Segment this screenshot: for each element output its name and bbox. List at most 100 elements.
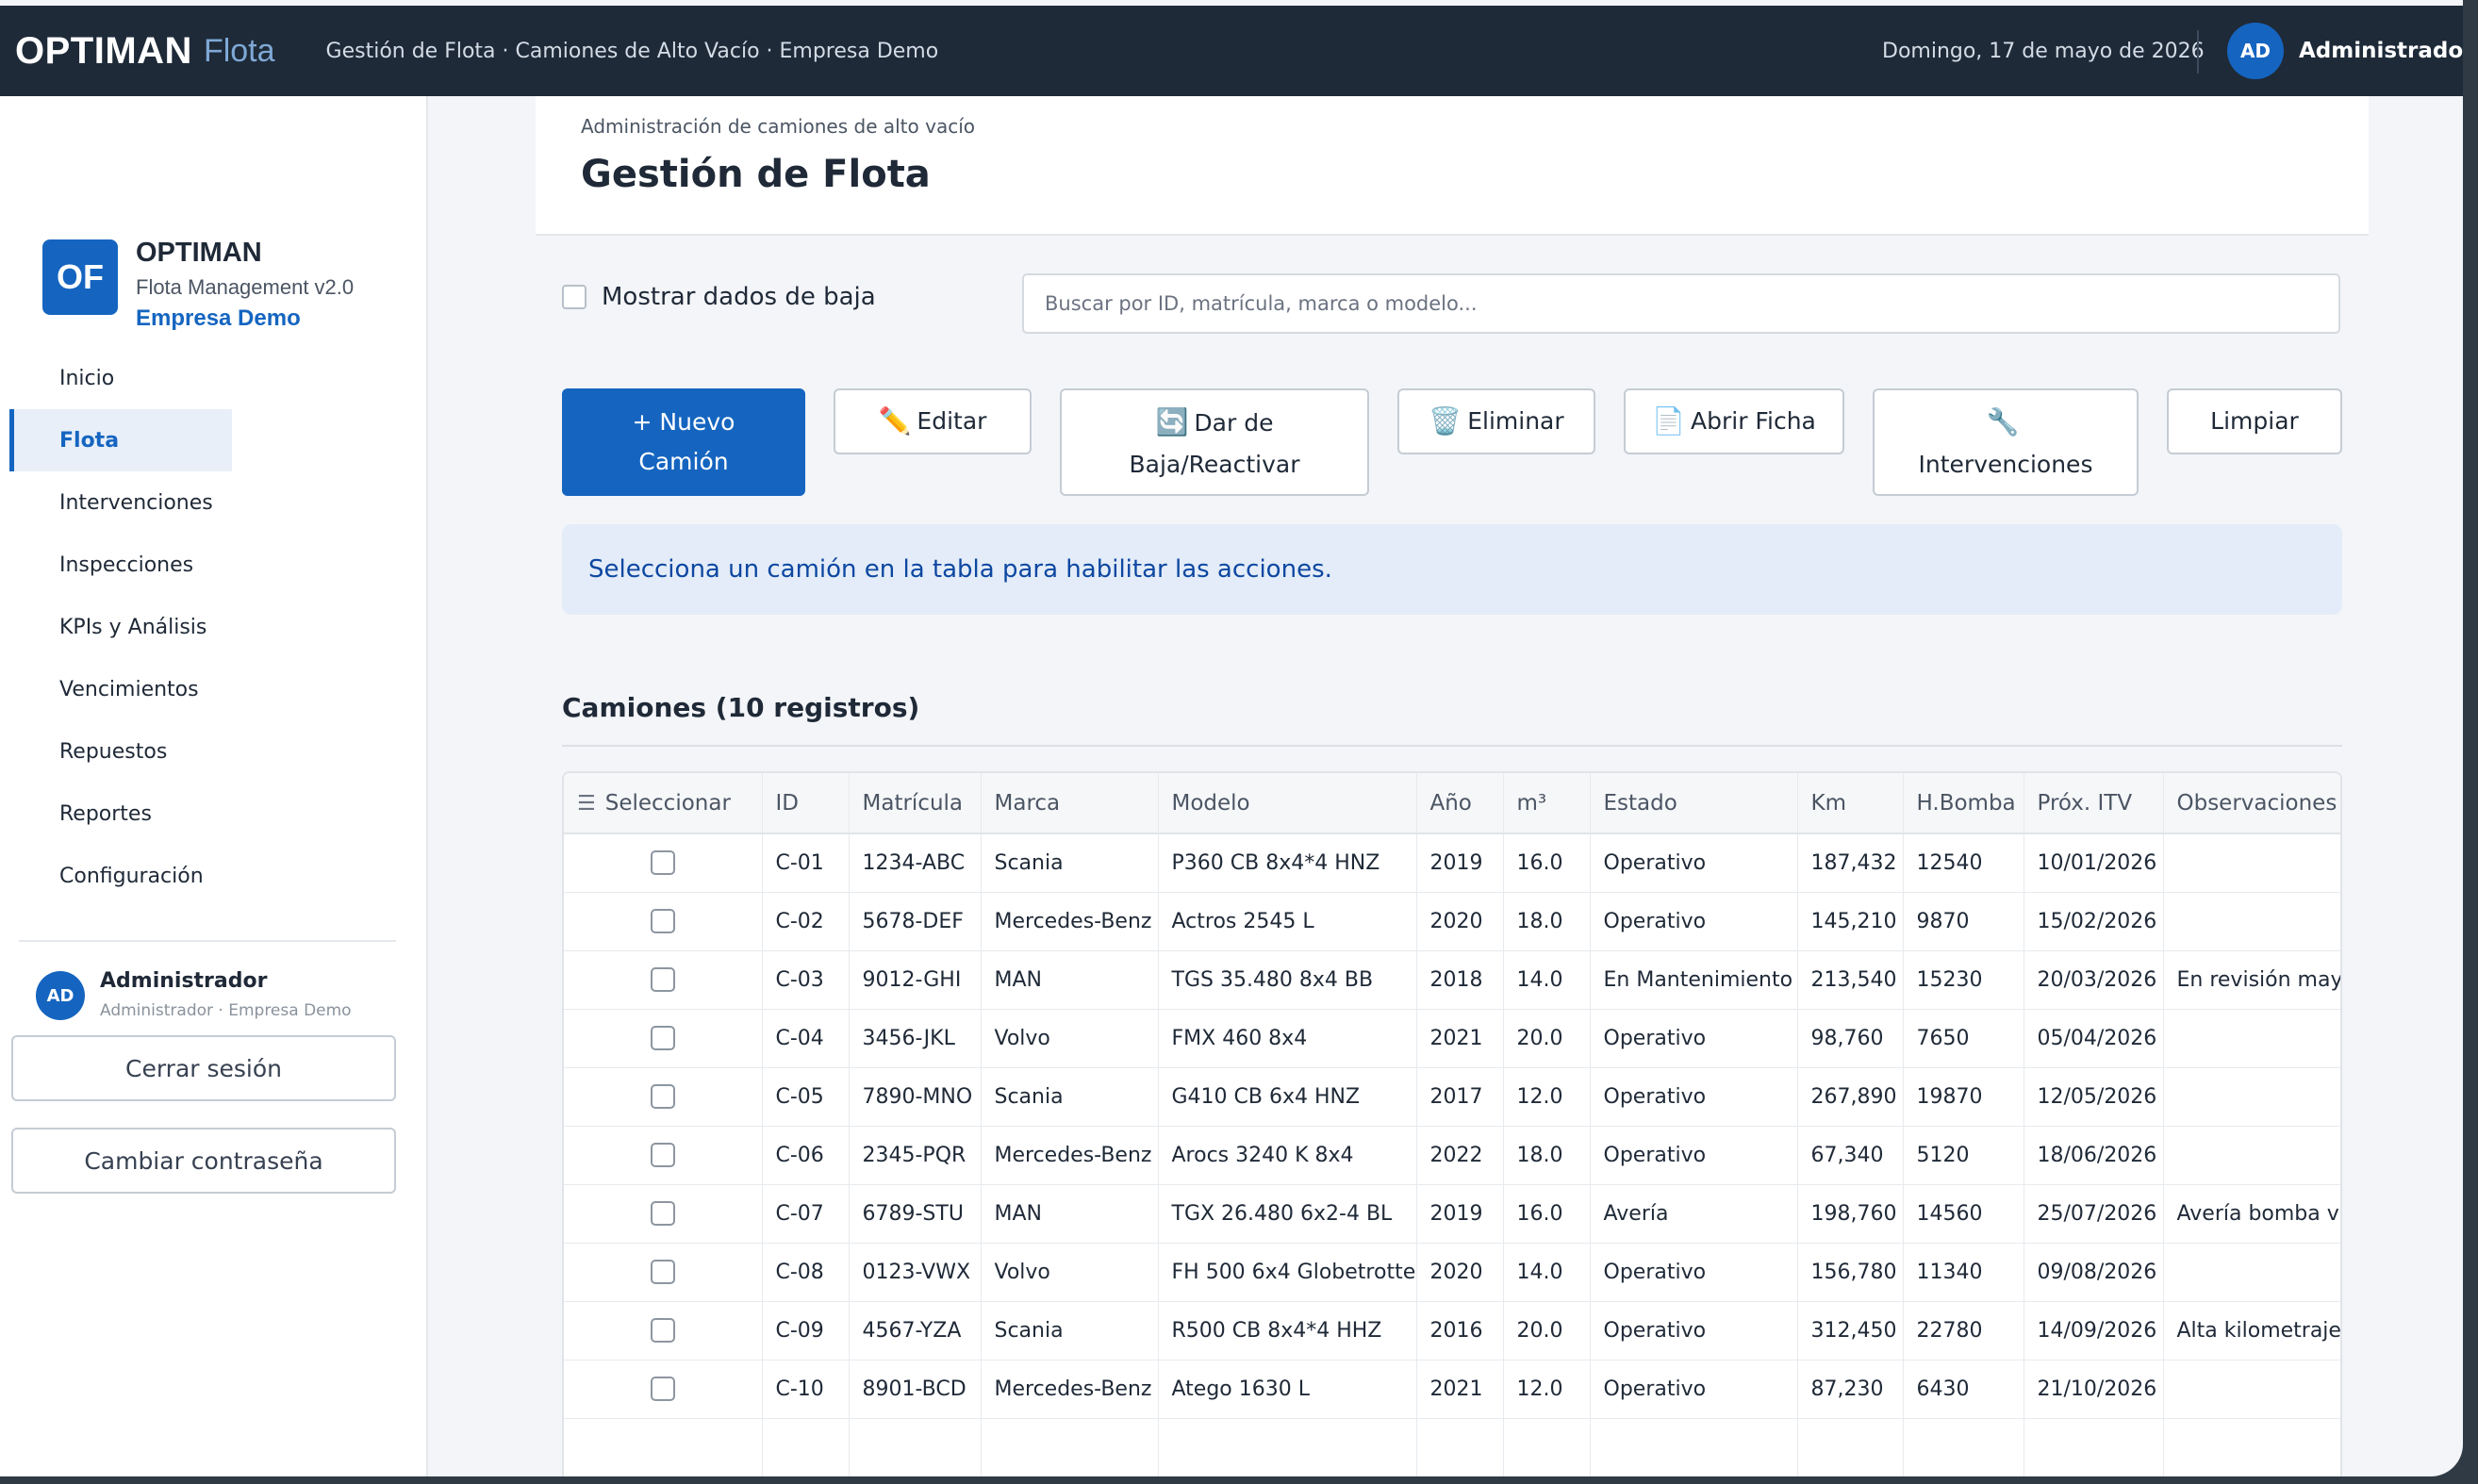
row-select-checkbox[interactable] [650, 967, 675, 992]
col-header-m3[interactable]: m³ [1503, 773, 1591, 834]
table-row[interactable]: C-06 2345-PQR Mercedes-Benz Arocs 3240 K 8x… [564, 1126, 2340, 1185]
sidebar-item-flota[interactable]: Flota [9, 409, 232, 471]
sidebar-item-inicio[interactable]: Inicio [9, 347, 405, 409]
col-header-notes[interactable]: Observaciones [2163, 773, 2340, 834]
app-logo[interactable]: OPTIMAN [15, 30, 192, 73]
row-select-checkbox[interactable] [650, 1377, 675, 1401]
open-record-button[interactable]: 📄 Abrir Ficha [1624, 388, 1844, 454]
row-select-checkbox[interactable] [650, 1260, 675, 1284]
col-header-status[interactable]: Estado [1590, 773, 1798, 834]
table-row[interactable]: C-08 0123-VWX Volvo FH 500 6x4 Globetrotter… [564, 1243, 2340, 1302]
page-breadcrumb: Administración de camiones de alto vacío [581, 115, 975, 138]
cell-brand: Scania [981, 833, 1159, 893]
show-retired-checkbox[interactable] [562, 285, 586, 309]
interventions-button[interactable]: 🔧 Intervenciones [1873, 388, 2139, 496]
col-header-km[interactable]: Km [1797, 773, 1904, 834]
new-truck-button[interactable]: + Nuevo Camión [562, 388, 805, 496]
logout-button[interactable]: Cerrar sesión [11, 1035, 396, 1101]
row-select-checkbox[interactable] [650, 909, 675, 933]
table-row[interactable]: C-01 1234-ABC Scania P360 CB 8x4*4 HNZ 2019 1… [564, 833, 2340, 893]
cell-year: 2019 [1416, 833, 1504, 893]
row-select-checkbox[interactable] [650, 1318, 675, 1343]
row-select-checkbox[interactable] [650, 1026, 675, 1050]
cell-km: 187,432 [1797, 833, 1904, 893]
cell-brand: Volvo [981, 1243, 1159, 1302]
row-select-checkbox[interactable] [650, 1143, 675, 1167]
sidebar-item-configuracion[interactable]: Configuración [9, 845, 405, 907]
sidebar-item-kpis[interactable]: KPIs y Análisis [9, 596, 405, 658]
user-avatar[interactable]: AD [2227, 23, 2284, 79]
sidebar-item-intervenciones[interactable]: Intervenciones [9, 471, 405, 534]
sidebar-item-repuestos[interactable]: Repuestos [9, 720, 405, 783]
cell-status: Operativo [1590, 892, 1798, 951]
col-header-pump-hours[interactable]: H.Bomba [1903, 773, 2024, 834]
col-header-brand[interactable]: Marca [981, 773, 1159, 834]
row-select-cell [564, 1126, 763, 1185]
col-header-select[interactable]: ☰ Seleccionar [564, 773, 763, 834]
row-select-checkbox[interactable] [650, 1201, 675, 1226]
table-row[interactable]: C-05 7890-MNO Scania G410 CB 6x4 HNZ 2017 12.… [564, 1067, 2340, 1127]
show-retired-label: Mostrar dados de baja [602, 283, 876, 311]
sidebar-item-inspecciones[interactable]: Inspecciones [9, 534, 405, 596]
sidebar-user-avatar: AD [36, 971, 85, 1020]
cell-notes [2163, 1243, 2340, 1302]
clear-button[interactable]: Limpiar [2167, 388, 2342, 454]
cell-m3: 20.0 [1503, 1301, 1591, 1360]
show-retired-toggle[interactable]: Mostrar dados de baja [562, 283, 876, 311]
user-name[interactable]: Administrador [2299, 39, 2463, 63]
cell-status: Operativo [1590, 1243, 1798, 1302]
col-header-plate[interactable]: Matrícula [849, 773, 982, 834]
cell-itv: 09/08/2026 [2024, 1243, 2164, 1302]
cell-id: C-04 [762, 1009, 850, 1068]
open-record-label: Abrir Ficha [1691, 406, 1816, 435]
cell-brand: MAN [981, 950, 1159, 1010]
cell-pump: 22780 [1903, 1301, 2024, 1360]
cell-id: C-09 [762, 1301, 850, 1360]
table-row[interactable]: C-07 6789-STU MAN TGX 26.480 6x2-4 BL 2019 16… [564, 1184, 2340, 1244]
cell-year: 2018 [1416, 950, 1504, 1010]
retire-label-2: Baja/Reactivar [1129, 450, 1300, 478]
document-icon: 📄 [1652, 405, 1686, 437]
row-select-cell [564, 950, 763, 1010]
cell-year: 2021 [1416, 1360, 1504, 1419]
table-row[interactable]: C-03 9012-GHI MAN TGS 35.480 8x4 BB 2018 14.0… [564, 950, 2340, 1010]
cell-pump: 11340 [1903, 1243, 2024, 1302]
current-date: Domingo, 17 de mayo de 2026 [1882, 40, 2205, 63]
row-select-checkbox[interactable] [650, 1084, 675, 1109]
table-row[interactable]: C-09 4567-YZA Scania R500 CB 8x4*4 HHZ 2016 2… [564, 1301, 2340, 1360]
edit-button[interactable]: ✏️ Editar [834, 388, 1032, 454]
row-select-checkbox[interactable] [650, 850, 675, 876]
sidebar-item-vencimientos[interactable]: Vencimientos [9, 658, 405, 720]
empty-cell [2024, 1418, 2164, 1476]
table-row[interactable]: C-04 3456-JKL Volvo FMX 460 8x4 2021 20.0 Oper… [564, 1009, 2340, 1068]
cell-brand: MAN [981, 1184, 1159, 1244]
cell-km: 67,340 [1797, 1126, 1904, 1185]
cell-km: 213,540 [1797, 950, 1904, 1010]
cell-plate: 9012-GHI [849, 950, 982, 1010]
col-header-model[interactable]: Modelo [1158, 773, 1417, 834]
cell-year: 2022 [1416, 1126, 1504, 1185]
sidebar-item-reportes[interactable]: Reportes [9, 783, 405, 845]
retire-label-1: 🔄 Dar de [1156, 400, 1274, 445]
table-title: Camiones (10 registros) [562, 692, 920, 723]
cell-pump: 9870 [1903, 892, 2024, 951]
cell-notes: En revisión mayo [2163, 950, 2340, 1010]
app-logo-subtitle: Flota [203, 32, 275, 69]
table-row[interactable]: C-02 5678-DEF Mercedes-Benz Actros 2545 L 20… [564, 892, 2340, 951]
cell-pump: 6430 [1903, 1360, 2024, 1419]
brand-version: Flota Management v2.0 [136, 275, 355, 299]
col-header-next-itv[interactable]: Próx. ITV [2024, 773, 2164, 834]
cell-status: Operativo [1590, 833, 1798, 893]
cell-status: Operativo [1590, 1067, 1798, 1127]
table-row[interactable]: C-10 8901-BCD Mercedes-Benz Atego 1630 L 202… [564, 1360, 2340, 1419]
col-header-id[interactable]: ID [762, 773, 850, 834]
cell-itv: 12/05/2026 [2024, 1067, 2164, 1127]
retire-reactivate-button[interactable]: 🔄 Dar de Baja/Reactivar [1060, 388, 1369, 496]
cell-model: FH 500 6x4 Globetrotter [1158, 1243, 1417, 1302]
cell-year: 2016 [1416, 1301, 1504, 1360]
search-input[interactable] [1022, 273, 2340, 334]
cell-notes [2163, 833, 2340, 893]
delete-button[interactable]: 🗑️ Eliminar [1397, 388, 1595, 454]
change-password-button[interactable]: Cambiar contraseña [11, 1128, 396, 1194]
col-header-year[interactable]: Año [1416, 773, 1504, 834]
